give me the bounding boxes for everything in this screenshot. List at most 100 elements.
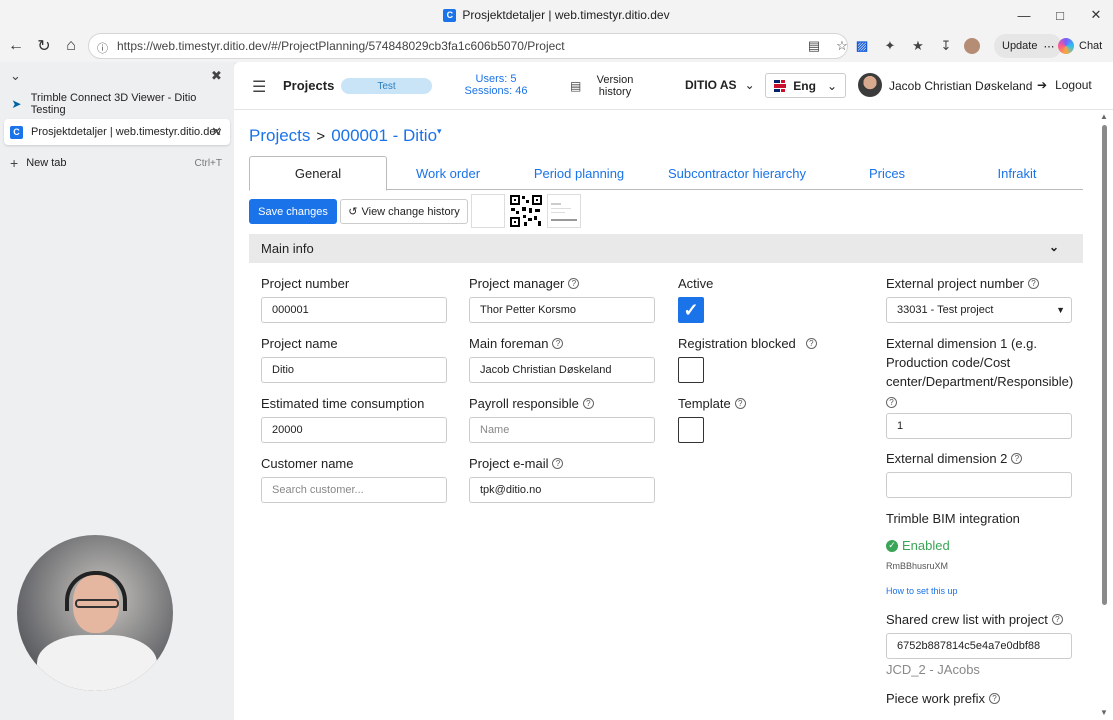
payroll-responsible-label: Payroll responsible ? [469, 394, 594, 413]
unpin-icon[interactable]: ✖ [211, 68, 222, 84]
breadcrumb: Projects > 000001 - Ditio▾ [249, 126, 442, 146]
qr-code-image[interactable] [509, 194, 543, 228]
external-dimension-2-input[interactable] [886, 472, 1072, 498]
window-titlebar: C Prosjektdetaljer | web.timestyr.ditio.… [0, 0, 1113, 30]
help-icon[interactable]: ? [734, 398, 746, 409]
logout-label: Logout [1055, 78, 1092, 92]
help-icon[interactable]: ? [1011, 453, 1023, 464]
uk-flag-icon [774, 79, 787, 92]
scroll-up-icon[interactable]: ▲ [1100, 112, 1108, 121]
copilot-icon [1058, 38, 1074, 54]
close-window-button[interactable]: ✕ [1078, 0, 1113, 30]
tab-work-order[interactable]: Work order [389, 156, 507, 190]
update-button[interactable]: Update ⋯ [994, 34, 1063, 58]
main-foreman-input[interactable]: Jacob Christian Døskeland [469, 357, 655, 383]
estimated-time-input[interactable]: 20000 [261, 417, 447, 443]
browser-toolbar: ← ↻ ⌂ ⓘ https://web.timestyr.ditio.dev/#… [0, 30, 1113, 62]
site-info-icon[interactable]: ⓘ [97, 40, 109, 55]
app-header: ☰ Projects Test Users: 5 Sessions: 46 ▤ … [234, 62, 1113, 110]
user-name[interactable]: Jacob Christian Døskeland [889, 79, 1032, 93]
project-manager-label-text: Project manager [469, 276, 565, 291]
project-manager-label: Project manager ? [469, 274, 580, 293]
project-manager-input[interactable]: Thor Petter Korsmo [469, 297, 655, 323]
help-icon[interactable]: ? [552, 338, 564, 349]
favorites-icon[interactable]: ★ [908, 36, 928, 56]
breadcrumb-projects-link[interactable]: Projects [249, 126, 310, 146]
project-name-input[interactable]: Ditio [261, 357, 447, 383]
help-icon[interactable]: ? [886, 397, 897, 408]
chevron-down-icon: ⌄ [744, 78, 755, 92]
minimize-button[interactable]: — [1006, 0, 1042, 30]
company-selector[interactable]: DITIO AS ⌄ [685, 78, 755, 92]
bitwarden-extension-icon[interactable]: ▨ [852, 36, 872, 56]
users-sessions-link[interactable]: Users: 5 Sessions: 46 [464, 73, 528, 97]
reader-mode-icon[interactable]: ▤ [804, 36, 824, 56]
template-checkbox[interactable] [678, 417, 704, 443]
scrollbar-thumb[interactable] [1102, 125, 1107, 605]
customer-search-input[interactable]: Search customer... [261, 477, 447, 503]
shared-crew-input[interactable]: 6752b887814c5e4a7e0dbf88 [886, 633, 1072, 659]
help-icon[interactable]: ? [805, 338, 817, 349]
close-tab-icon[interactable]: ✕ [211, 124, 222, 140]
ditio-app: ☰ Projects Test Users: 5 Sessions: 46 ▤ … [234, 62, 1113, 720]
save-changes-button[interactable]: Save changes [249, 199, 337, 224]
version-history-icon[interactable]: ▤ [570, 79, 581, 93]
help-icon[interactable]: ? [988, 693, 1000, 704]
help-icon[interactable]: ? [582, 398, 594, 409]
project-number-input[interactable]: 000001 [261, 297, 447, 323]
back-button[interactable]: ← [2, 32, 30, 60]
help-icon[interactable]: ? [1028, 278, 1040, 289]
project-screenshot-thumbnail[interactable] [547, 194, 581, 228]
profile-avatar-icon[interactable] [964, 38, 980, 54]
breadcrumb-current-project[interactable]: 000001 - Ditio▾ [331, 126, 441, 146]
payroll-responsible-input[interactable]: Name [469, 417, 655, 443]
projects-nav-link[interactable]: Projects [283, 78, 334, 93]
logout-icon: ➔ [1037, 78, 1048, 92]
copilot-button[interactable]: Chat [1058, 34, 1102, 58]
help-icon[interactable]: ? [552, 458, 564, 469]
main-info-section-header[interactable]: Main info ⌄ [249, 234, 1083, 263]
project-image-thumbnail[interactable] [471, 194, 505, 228]
project-email-input[interactable]: tpk@ditio.no [469, 477, 655, 503]
collapse-chevron-icon[interactable]: ⌄ [10, 68, 21, 84]
scroll-down-icon[interactable]: ▼ [1100, 708, 1108, 717]
logout-button[interactable]: ➔ Logout [1037, 78, 1092, 92]
help-icon[interactable]: ? [1051, 614, 1063, 625]
refresh-button[interactable]: ↻ [30, 32, 58, 60]
active-label: Active [678, 276, 714, 291]
favorite-star-icon[interactable]: ☆ [832, 36, 852, 56]
home-button[interactable]: ⌂ [57, 32, 85, 60]
downloads-icon[interactable]: ↧ [936, 36, 956, 56]
language-selector[interactable]: Eng ⌄ [765, 73, 846, 98]
external-dimension-1-input[interactable]: 1 [886, 413, 1072, 439]
active-checkbox[interactable]: ✓ [678, 297, 704, 323]
browser-tab-label: Trimble Connect 3D Viewer - Ditio Testin… [30, 92, 197, 116]
tab-general[interactable]: General [249, 156, 387, 191]
tab-prices[interactable]: Prices [839, 156, 935, 190]
window-title: Prosjektdetaljer | web.timestyr.ditio.de… [462, 8, 670, 22]
user-avatar[interactable] [858, 73, 882, 97]
template-label: Template ? [678, 394, 746, 413]
version-history-link[interactable]: Version history [590, 74, 640, 98]
extensions-icon[interactable]: ✦ [880, 36, 900, 56]
browser-tab-trimble[interactable]: ➤ Trimble Connect 3D Viewer - Ditio Test… [4, 91, 230, 117]
plus-icon: + [10, 155, 19, 171]
maximize-button[interactable]: □ [1042, 0, 1078, 30]
chevron-down-icon: ⌄ [1048, 240, 1059, 254]
registration-blocked-checkbox[interactable] [678, 357, 704, 383]
tab-infrakit[interactable]: Infrakit [969, 156, 1065, 190]
external-project-number-select[interactable]: 33031 - Test project ▼ [886, 297, 1072, 323]
hamburger-menu-icon[interactable]: ☰ [252, 77, 266, 97]
browser-tab-prosjektdetaljer[interactable]: C Prosjektdetaljer | web.timestyr.ditio.… [4, 119, 230, 145]
external-project-number-label-text: External project number [886, 276, 1025, 291]
help-icon[interactable]: ? [568, 278, 580, 289]
new-tab-button[interactable]: + New tab Ctrl+T [4, 150, 230, 176]
breadcrumb-separator: > [316, 128, 326, 145]
how-to-setup-link[interactable]: How to set this up [886, 586, 958, 596]
page-scrollbar[interactable]: ▲ ▼ [1099, 110, 1109, 718]
tab-period-planning[interactable]: Period planning [519, 156, 639, 190]
view-change-history-button[interactable]: ↺ View change history [340, 199, 468, 224]
external-dimension-1-label-line: External dimension 1 (e.g. [886, 336, 1038, 351]
tab-subcontractor-hierarchy[interactable]: Subcontractor hierarchy [653, 156, 821, 190]
address-bar[interactable]: ⓘ https://web.timestyr.ditio.dev/#/Proje… [88, 33, 848, 59]
